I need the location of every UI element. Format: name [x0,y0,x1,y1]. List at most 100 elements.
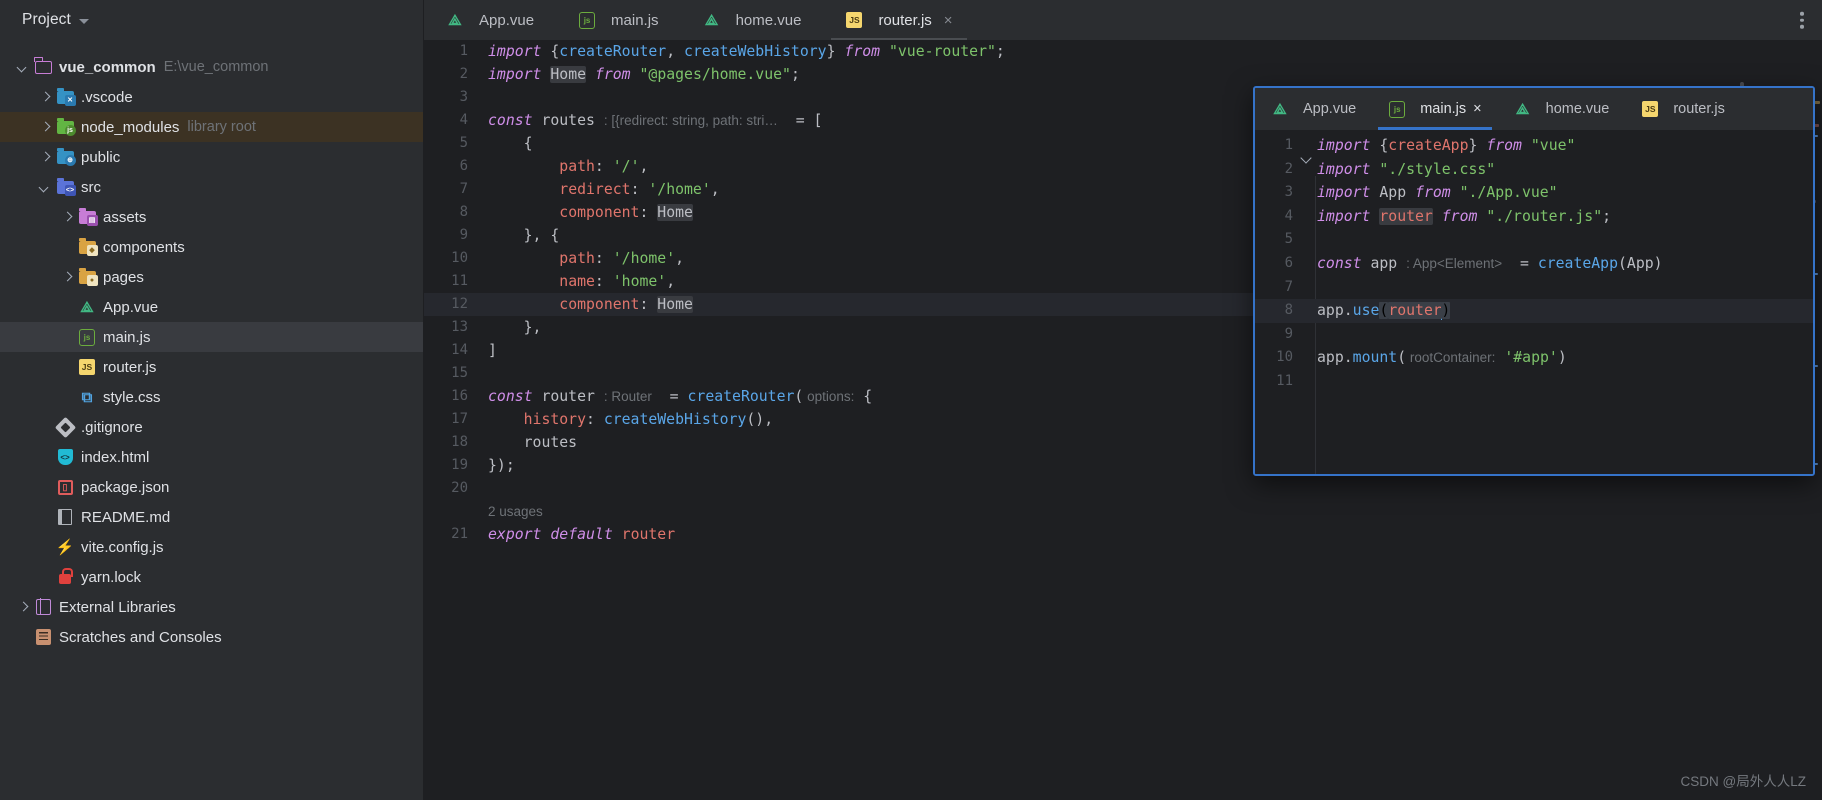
markdown-file-icon [56,508,74,526]
ide-window: Project vue_common E:\vue_common ✕ .vscode j… [0,0,1822,800]
tree-item-router-js[interactable]: JS router.js [0,352,423,382]
usages-inlay-hint[interactable]: 2 usages [424,500,1822,523]
tree-item-app-vue[interactable]: ⟁ App.vue [0,292,423,322]
popup-code-line[interactable]: 6 const app : App<Element> = createApp(Ap… [1255,252,1813,276]
code-token: { [854,388,873,405]
code-token: ] [488,342,497,359]
main-js-code[interactable]: 1 import {createApp} from "vue" 2 import ".… [1255,130,1813,474]
close-icon[interactable]: × [1473,101,1481,117]
chevron-right-icon[interactable] [38,90,52,104]
vite-config-icon: ⚡ [55,538,75,556]
popup-code-line[interactable]: 5 [1255,228,1813,252]
js-node-file-icon: js [78,328,96,346]
code-token: const [1317,254,1362,272]
tree-item-vite-config-js[interactable]: ⚡ vite.config.js [0,532,423,562]
popup-code-line[interactable]: 1 import {createApp} from "vue" [1255,134,1813,158]
tab-main-js[interactable]: js main.js × [1372,88,1497,130]
tree-item-public[interactable]: ⊕ public [0,142,423,172]
popup-code-line[interactable]: 2 import "./style.css" [1255,158,1813,182]
code-token: ( [1397,349,1407,367]
popup-code-line[interactable]: 10 app.mount( rootContainer: '#app') [1255,346,1813,370]
tree-item-index-html[interactable]: <> index.html [0,442,423,472]
line-number: 2 [1284,160,1293,177]
tree-item-label: style.css [103,388,161,406]
line-number: 2 [459,66,468,82]
tree-item-components[interactable]: ◆ components [0,232,423,262]
code-token: App [1379,184,1407,202]
popup-code-line-text: const app : App<Element> = createApp(App… [1315,252,1663,276]
tab-home-vue[interactable]: ⟁ home.vue [1498,88,1626,130]
tab-label: router.js [1673,101,1725,117]
tree-item-readme-md[interactable]: README.md [0,502,423,532]
tree-item-style-css[interactable]: ⧉ style.css [0,382,423,412]
chevron-down-icon[interactable] [78,19,89,24]
code-token: component [559,204,640,221]
tree-item-src[interactable]: <> src [0,172,423,202]
tree-item-scratches-and-consoles[interactable]: Scratches and Consoles [0,622,423,652]
external-libraries-icon [34,598,52,616]
code-line-text: history: createWebHistory(), [476,408,773,431]
tree-item-assets[interactable]: ▤ assets [0,202,423,232]
code-line[interactable]: 2 import Home from "@pages/home.vue"; [424,63,1822,86]
tab-main-js[interactable]: js main.js [556,0,681,40]
chevron-right-icon[interactable] [16,600,30,614]
code-line-text: name: 'home', [476,270,675,293]
tab-app-vue[interactable]: ⟁ App.vue [424,0,556,40]
code-line-text: }, { [476,224,560,247]
chevron-right-icon[interactable] [38,150,52,164]
tree-item-vue-common[interactable]: vue_common E:\vue_common [0,52,423,82]
chevron-right-icon[interactable] [60,270,74,284]
project-panel-header[interactable]: Project [0,0,423,40]
tree-item-external-libraries[interactable]: External Libraries [0,592,423,622]
popup-code-line[interactable]: 11 [1255,370,1813,394]
tab-label: App.vue [1303,101,1357,117]
watermark: CSDN @局外人人LZ [1680,774,1806,789]
tree-item-yarn-lock[interactable]: yarn.lock [0,562,423,592]
line-number: 4 [1284,207,1293,224]
tree-item--gitignore[interactable]: .gitignore [0,412,423,442]
line-number: 11 [451,273,468,289]
tree-item-main-js[interactable]: js main.js [0,322,423,352]
code-line[interactable]: 21 export default router [424,523,1822,546]
code-line-text: }); [476,454,515,477]
popup-code-line[interactable]: 8 app.use(router) [1255,299,1813,323]
code-token: , [666,43,685,60]
code-token: = [651,388,688,405]
chevron-right-icon[interactable] [60,210,74,224]
more-options-icon[interactable] [1800,11,1804,29]
popup-code-line[interactable]: 9 [1255,323,1813,347]
popup-code-line[interactable]: 7 [1255,276,1813,300]
code-line[interactable]: 20 [424,477,1822,500]
code-token: "vue" [1530,137,1576,154]
tree-item-package-json[interactable]: ▯ package.json [0,472,423,502]
code-token: }); [488,457,515,474]
popup-code-line[interactable]: 3 import App from "./App.vue" [1255,181,1813,205]
tree-item-label: package.json [81,478,170,496]
code-token: import [488,66,542,83]
chevron-down-icon[interactable] [16,60,30,74]
tab-router-js[interactable]: JS router.js [1625,88,1741,130]
code-line[interactable]: 1 import {createRouter, createWebHistory}… [424,40,1822,63]
popup-code-line[interactable]: 4 import router from "./router.js"; [1255,205,1813,229]
code-token: , [710,181,720,198]
code-token: const [488,388,533,405]
floating-editor-popup[interactable]: ⟁ App.vue js main.js × ⟁ home.vue JS router.js 1… [1253,86,1815,476]
tab-home-vue[interactable]: ⟁ home.vue [681,0,824,40]
tab-router-js[interactable]: JS router.js × [823,0,974,40]
tree-item-node-modules[interactable]: js node_modules library root [0,112,423,142]
js-file-icon: JS [1641,100,1659,118]
chevron-down-icon[interactable] [38,180,52,194]
tree-item--vscode[interactable]: ✕ .vscode [0,82,423,112]
line-number: 7 [459,181,468,197]
chevron-right-icon[interactable] [38,120,52,134]
code-token: : [594,250,613,267]
json-file-icon: ▯ [56,478,74,496]
tree-item-pages[interactable]: ● pages [0,262,423,292]
close-icon[interactable]: × [944,12,953,29]
tab-app-vue[interactable]: ⟁ App.vue [1255,88,1372,130]
